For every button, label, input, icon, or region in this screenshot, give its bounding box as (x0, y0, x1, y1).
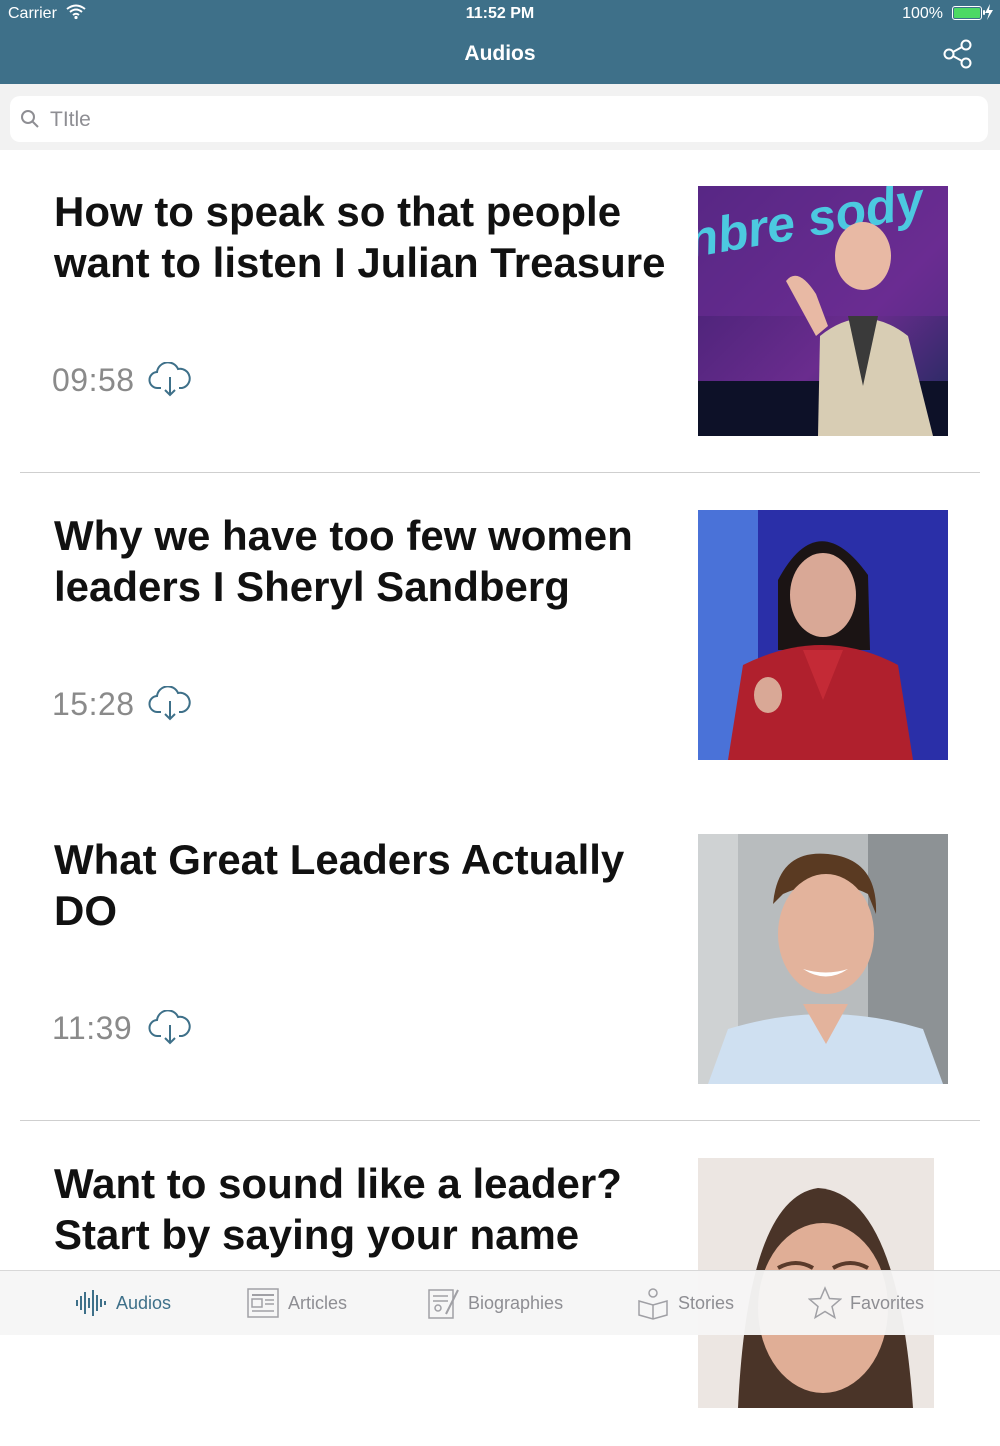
tab-label: Favorites (850, 1292, 925, 1313)
charging-bolt-icon (985, 4, 993, 20)
list-item[interactable]: How to speak so that people want to list… (0, 150, 1000, 474)
speaker-thumbnail (698, 510, 948, 760)
page-title: Audios (464, 42, 536, 65)
navigation-bar: Carrier 11:52 PM 100% Audios (0, 0, 1000, 84)
status-bar: Carrier 11:52 PM 100% (0, 0, 1000, 28)
cloud-download-icon[interactable] (148, 686, 192, 722)
speaker-thumbnail: nbre sody (698, 186, 948, 436)
cloud-download-icon[interactable] (148, 1010, 192, 1046)
list-item[interactable]: Why we have too few women leaders I Sher… (0, 474, 1000, 798)
list-item[interactable]: What Great Leaders Actually DO 11:39 (0, 798, 1000, 1122)
tab-label: Audios (116, 1292, 172, 1313)
divider (20, 472, 980, 473)
tab-label: Stories (678, 1292, 735, 1313)
cloud-download-icon[interactable] (148, 362, 192, 398)
speaker-thumbnail (698, 834, 948, 1084)
waveform-icon (76, 1290, 106, 1316)
audio-title: Want to sound like a leader? Start by sa… (54, 1160, 622, 1258)
search-field-container[interactable] (10, 96, 988, 144)
tab-articles[interactable]: Articles (246, 1271, 347, 1335)
star-icon (808, 1286, 842, 1320)
tab-favorites[interactable]: Favorites (808, 1271, 924, 1335)
audio-duration: 15:28 (52, 686, 135, 722)
battery-percentage: 100% (902, 5, 943, 22)
audio-duration: 09:58 (52, 362, 135, 398)
search-icon (21, 110, 39, 128)
audio-title: How to speak so that people want to list… (54, 188, 666, 286)
divider (20, 1120, 980, 1121)
tab-biographies[interactable]: Biographies (426, 1271, 563, 1335)
share-icon[interactable] (942, 38, 974, 70)
search-bar (0, 84, 1000, 150)
tab-label: Biographies (468, 1292, 564, 1313)
notebook-icon (428, 1289, 459, 1319)
tab-label: Articles (288, 1292, 348, 1313)
newspaper-icon (247, 1288, 279, 1318)
audio-title: Why we have too few women leaders I Sher… (54, 512, 633, 610)
tab-audios[interactable]: Audios (74, 1271, 171, 1335)
reading-person-icon (638, 1288, 668, 1320)
search-input[interactable] (48, 96, 972, 144)
battery-icon (952, 6, 985, 20)
tab-bar: Audios Articles Biographies Stories Favo… (0, 1270, 1000, 1335)
status-time: 11:52 PM (465, 5, 535, 22)
audio-title: What Great Leaders Actually DO (54, 836, 625, 934)
tab-stories[interactable]: Stories (636, 1271, 734, 1335)
audio-duration: 11:39 (52, 1010, 133, 1046)
